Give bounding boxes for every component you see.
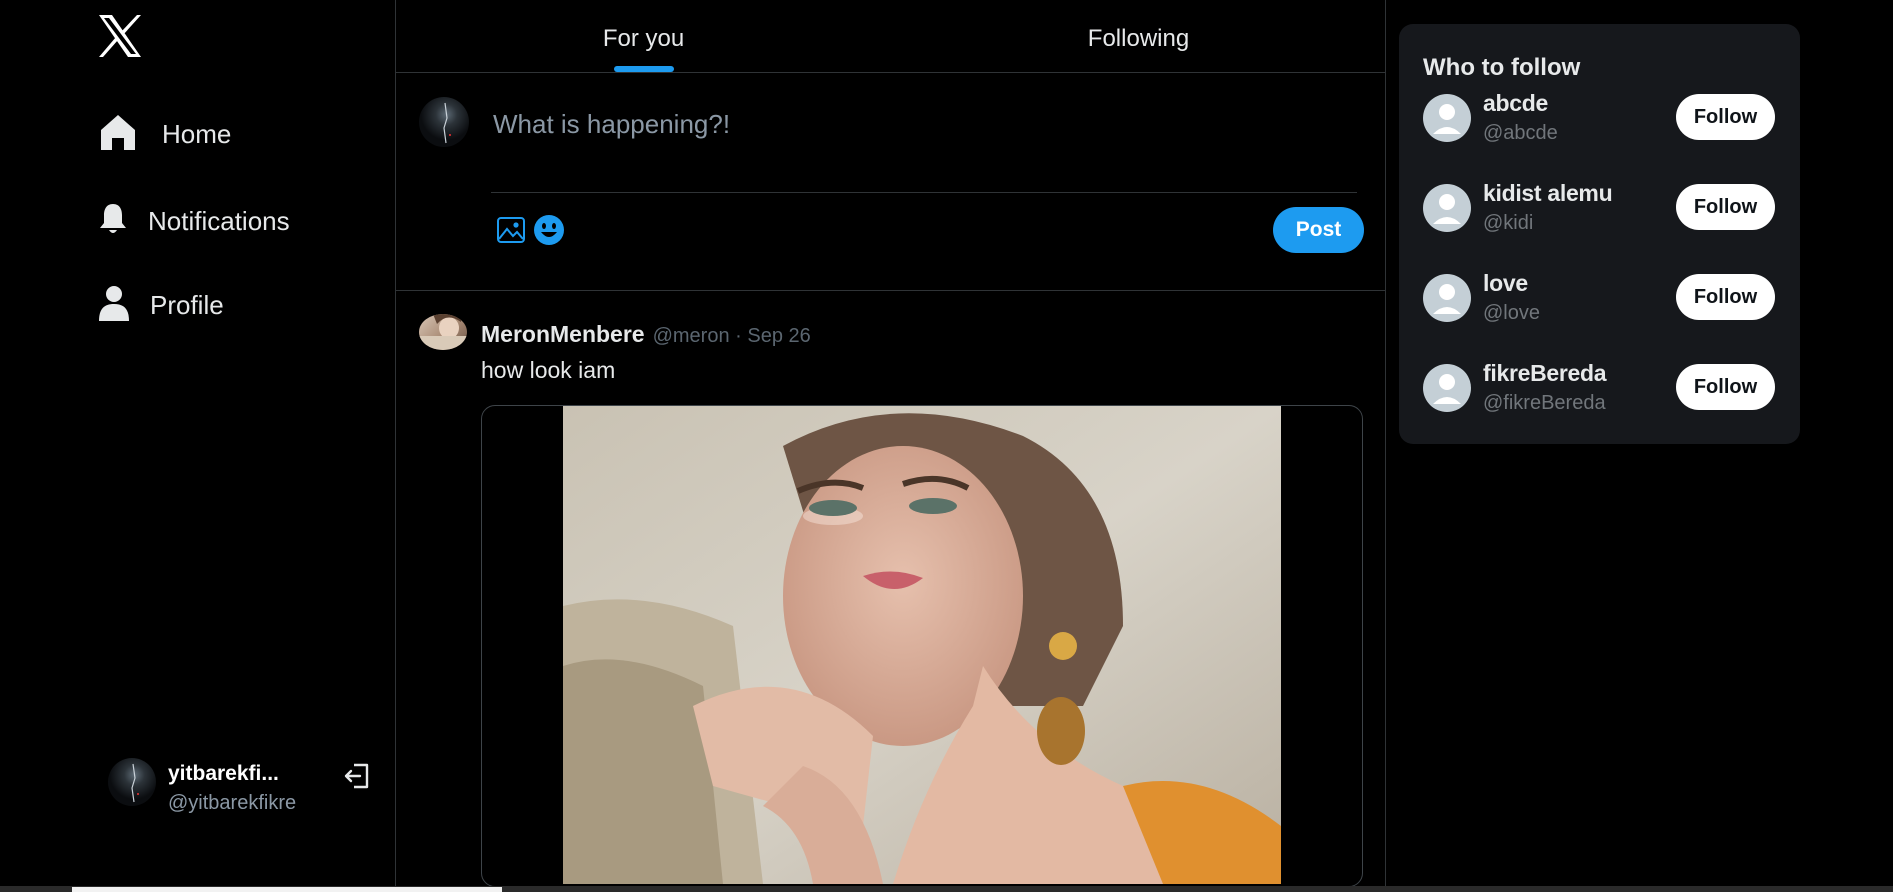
nav-notifications[interactable]: Notifications bbox=[98, 202, 290, 241]
tab-following-label: Following bbox=[1087, 25, 1190, 52]
follow-suggestion[interactable]: abcde @abcde Follow bbox=[1399, 90, 1800, 174]
post-button[interactable]: Post bbox=[1273, 207, 1364, 253]
tab-for-you-label: For you bbox=[602, 25, 685, 52]
logout-icon[interactable] bbox=[342, 760, 374, 792]
follow-suggestion[interactable]: fikreBereda @fikreBereda Follow bbox=[1399, 360, 1800, 444]
tweet-header: MeronMenbere @meron · Sep 26 bbox=[481, 321, 811, 348]
follow-button[interactable]: Follow bbox=[1676, 184, 1775, 230]
default-avatar-icon bbox=[1423, 364, 1471, 412]
active-tab-indicator bbox=[614, 66, 674, 72]
suggestion-name[interactable]: love bbox=[1483, 270, 1528, 297]
follow-suggestion[interactable]: kidist alemu @kidi Follow bbox=[1399, 180, 1800, 264]
default-avatar-icon bbox=[1423, 94, 1471, 142]
nav-home-label: Home bbox=[162, 119, 232, 149]
nav-profile[interactable]: Profile bbox=[98, 284, 224, 327]
tab-for-you[interactable]: For you bbox=[396, 0, 891, 72]
person-icon bbox=[98, 284, 130, 327]
bell-icon bbox=[98, 202, 128, 241]
avatar bbox=[108, 758, 156, 806]
account-handle: @yitbarekfikre bbox=[168, 792, 297, 814]
nav-home[interactable]: Home bbox=[98, 112, 231, 157]
follow-button[interactable]: Follow bbox=[1676, 364, 1775, 410]
tweet-meta: @meron · Sep 26 bbox=[652, 325, 811, 347]
follow-button[interactable]: Follow bbox=[1676, 274, 1775, 320]
compose-input[interactable] bbox=[491, 103, 1355, 145]
tweet[interactable]: MeronMenbere @meron · Sep 26 how look iam bbox=[396, 291, 1385, 892]
suggestion-handle: @love bbox=[1483, 302, 1540, 324]
image-icon[interactable] bbox=[496, 215, 526, 245]
home-icon bbox=[98, 112, 138, 157]
follow-button[interactable]: Follow bbox=[1676, 94, 1775, 140]
account-name: yitbarekfi... bbox=[168, 762, 279, 785]
author-avatar[interactable] bbox=[419, 314, 467, 350]
suggestion-handle: @abcde bbox=[1483, 122, 1558, 144]
follow-suggestion[interactable]: love @love Follow bbox=[1399, 270, 1800, 354]
horizontal-scrollbar-thumb[interactable] bbox=[72, 887, 502, 892]
suggestion-handle: @kidi bbox=[1483, 212, 1534, 234]
nav-notifications-label: Notifications bbox=[148, 206, 290, 236]
account-switcher[interactable]: yitbarekfi... @yitbarekfikre bbox=[108, 756, 378, 816]
tab-following[interactable]: Following bbox=[891, 0, 1385, 72]
avatar bbox=[419, 97, 469, 147]
emoji-icon[interactable] bbox=[533, 214, 565, 246]
tweet-composer: Post bbox=[396, 73, 1385, 291]
composer-divider bbox=[491, 192, 1357, 193]
tweet-photo bbox=[563, 406, 1281, 884]
suggestion-handle: @fikreBereda bbox=[1483, 392, 1606, 414]
x-logo-icon[interactable] bbox=[97, 14, 143, 58]
tweet-media[interactable] bbox=[481, 405, 1363, 887]
default-avatar-icon bbox=[1423, 274, 1471, 322]
who-to-follow-title: Who to follow bbox=[1423, 54, 1581, 81]
tweet-author-name[interactable]: MeronMenbere bbox=[481, 321, 645, 347]
default-avatar-icon bbox=[1423, 184, 1471, 232]
nav-profile-label: Profile bbox=[150, 290, 224, 320]
left-sidebar: Home Notifications Profile yitbarekfi... bbox=[0, 0, 395, 892]
suggestion-name[interactable]: kidist alemu bbox=[1483, 180, 1613, 207]
main-timeline: For you Following What is happening?! Po… bbox=[395, 0, 1386, 892]
timeline-tabs: For you Following bbox=[396, 0, 1385, 73]
suggestion-name[interactable]: fikreBereda bbox=[1483, 360, 1607, 387]
suggestion-name[interactable]: abcde bbox=[1483, 90, 1548, 117]
tweet-text: how look iam bbox=[481, 357, 616, 383]
who-to-follow-card: Who to follow abcde @abcde Follow kidist… bbox=[1399, 24, 1800, 444]
